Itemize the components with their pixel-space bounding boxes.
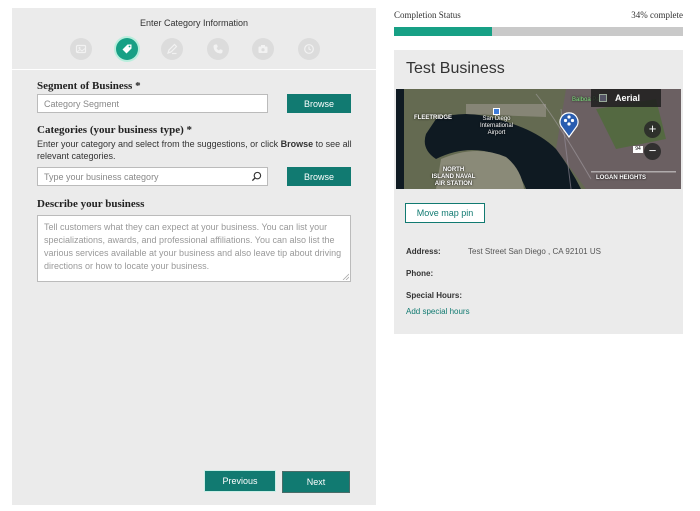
map-zoom-out-button[interactable]: − (644, 143, 661, 160)
step-contact[interactable] (206, 38, 229, 60)
business-name: Test Business (406, 60, 505, 77)
categories-label: Categories (your business type) * (37, 124, 193, 136)
address-label: Address: (406, 247, 441, 256)
map[interactable]: FLEETRIDGE San Diego International Airpo… (396, 89, 681, 189)
aerial-checkbox-icon (599, 94, 607, 102)
search-icon[interactable] (251, 171, 262, 182)
step-media[interactable] (252, 38, 275, 60)
category-search-input[interactable]: Type your business category (37, 167, 268, 186)
map-pin-icon[interactable] (558, 110, 580, 138)
tag-icon (122, 44, 132, 54)
category-browse-button[interactable]: Browse (287, 167, 351, 186)
step-hours[interactable] (297, 38, 320, 60)
map-label-fleetridge: FLEETRIDGE (414, 115, 453, 121)
map-label-logan-heights: LOGAN HEIGHTS (596, 175, 647, 181)
map-zoom-in-button[interactable]: + (644, 121, 661, 138)
map-label-north-island: NORTH ISLAND NAVAL AIR STATION (431, 167, 476, 187)
phone-label: Phone: (406, 269, 434, 278)
image-icon (75, 44, 87, 54)
completion-progress-bar (394, 27, 683, 36)
map-aerial-toggle[interactable]: Aerial (591, 89, 661, 107)
business-preview-card: Test Business FLEETRIDGE San Diego Inter… (394, 50, 683, 334)
categories-help: Enter your category and select from the … (37, 139, 352, 161)
move-map-pin-button[interactable]: Move map pin (405, 203, 485, 223)
divider (12, 69, 376, 70)
add-special-hours-link[interactable]: Add special hours (406, 307, 470, 316)
description-label: Describe your business (37, 198, 145, 210)
previous-button[interactable]: Previous (205, 471, 275, 491)
description-placeholder: Tell customers what they can expect at y… (44, 222, 342, 271)
map-label-airport: San Diego International Airport (479, 116, 514, 136)
segment-browse-button[interactable]: Browse (287, 94, 351, 113)
address-value: Test Street San Diego , CA 92101 US (468, 247, 601, 256)
step-category[interactable] (115, 38, 138, 60)
description-textarea[interactable]: Tell customers what they can expect at y… (37, 215, 351, 282)
phone-icon (213, 44, 223, 54)
completion-percent: 34% complete (631, 10, 683, 20)
wizard-title: Enter Category Information (139, 18, 249, 28)
segment-label: Segment of Business * (37, 80, 141, 92)
wizard-steps (70, 38, 320, 60)
next-button[interactable]: Next (282, 471, 350, 493)
camera-icon (258, 45, 268, 53)
resize-handle-icon[interactable] (342, 273, 349, 280)
airport-icon (493, 108, 500, 115)
step-details[interactable] (161, 38, 184, 60)
completion-status-label: Completion Status (394, 10, 461, 20)
step-photos[interactable] (70, 38, 92, 60)
category-placeholder: Type your business category (44, 172, 159, 182)
completion-progress-fill (394, 27, 493, 36)
segment-input[interactable]: Category Segment (37, 94, 268, 113)
aerial-label: Aerial (615, 93, 641, 103)
edit-icon (167, 43, 178, 55)
special-hours-label: Special Hours: (406, 291, 463, 300)
segment-placeholder: Category Segment (44, 99, 120, 109)
highway-shield-icon: 94 (633, 146, 643, 153)
clock-icon (304, 44, 314, 54)
category-form-panel: Enter Category Information Segment of Bu… (12, 8, 376, 505)
